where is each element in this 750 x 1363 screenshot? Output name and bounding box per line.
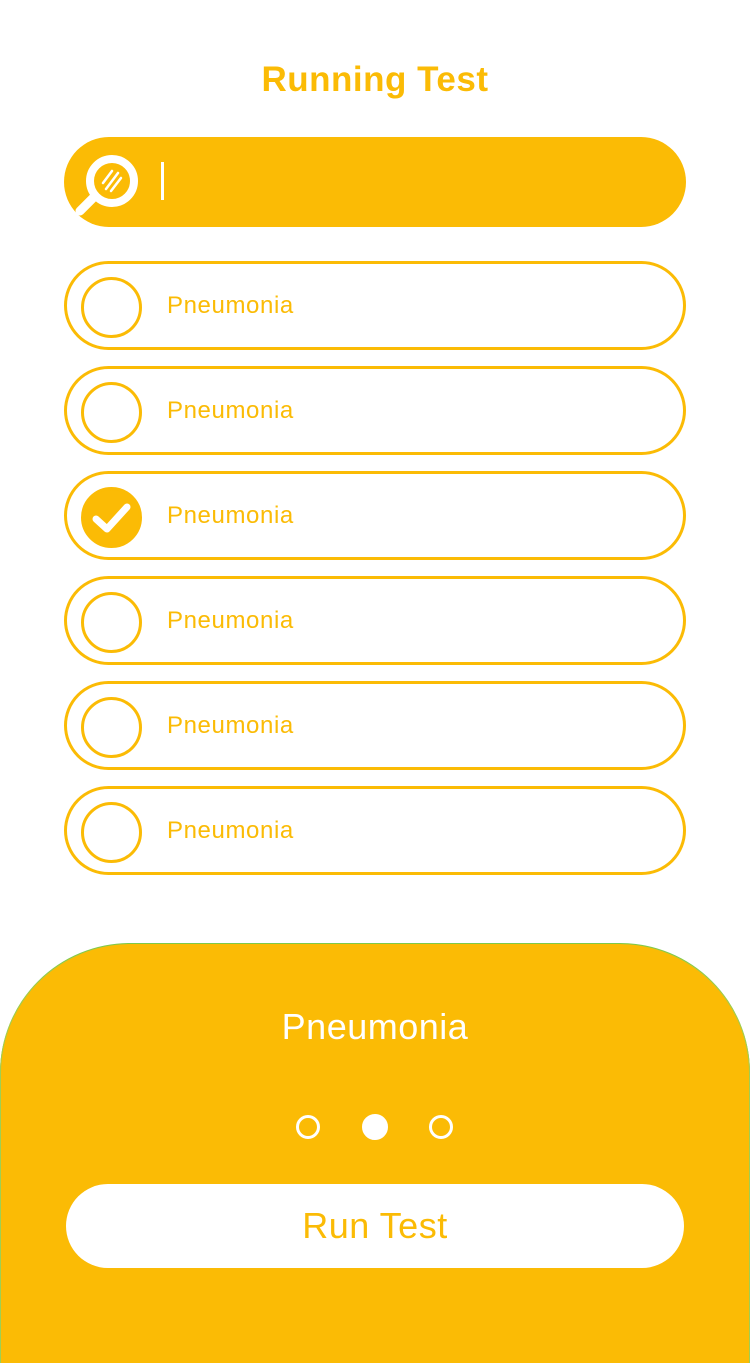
- run-test-button[interactable]: Run Test: [66, 1184, 684, 1268]
- page-indicator: [296, 1114, 456, 1141]
- test-option[interactable]: Pneumonia: [64, 366, 686, 455]
- radio-unchecked-icon[interactable]: [81, 697, 142, 758]
- test-option[interactable]: Pneumonia: [64, 681, 686, 770]
- page-title: Running Test: [261, 60, 489, 99]
- page-dot-active[interactable]: [362, 1114, 388, 1140]
- test-option[interactable]: Pneumonia: [64, 261, 686, 350]
- test-option[interactable]: Pneumonia: [64, 786, 686, 875]
- checkmark-icon[interactable]: [81, 487, 142, 548]
- test-option-label: Pneumonia: [167, 817, 294, 844]
- test-option[interactable]: Pneumonia: [64, 471, 686, 560]
- test-option-label: Pneumonia: [167, 292, 294, 319]
- test-option[interactable]: Pneumonia: [64, 576, 686, 665]
- page-dot[interactable]: [296, 1115, 320, 1139]
- bottom-panel: Pneumonia Run Test: [0, 943, 750, 1363]
- search-input[interactable]: [164, 157, 664, 207]
- test-option-label: Pneumonia: [167, 607, 294, 634]
- search-bar[interactable]: [64, 137, 686, 227]
- radio-unchecked-icon[interactable]: [81, 592, 142, 653]
- test-option-label: Pneumonia: [167, 712, 294, 739]
- radio-unchecked-icon[interactable]: [81, 277, 142, 338]
- test-option-label: Pneumonia: [167, 397, 294, 424]
- selected-test-title: Pneumonia: [281, 1006, 469, 1047]
- search-icon[interactable]: [74, 151, 144, 221]
- test-list: Pneumonia Pneumonia Pneumonia Pneumonia …: [64, 261, 686, 891]
- test-option-label: Pneumonia: [167, 502, 294, 529]
- radio-unchecked-icon[interactable]: [81, 382, 142, 443]
- page-dot[interactable]: [429, 1115, 453, 1139]
- text-caret: [161, 162, 164, 200]
- radio-unchecked-icon[interactable]: [81, 802, 142, 863]
